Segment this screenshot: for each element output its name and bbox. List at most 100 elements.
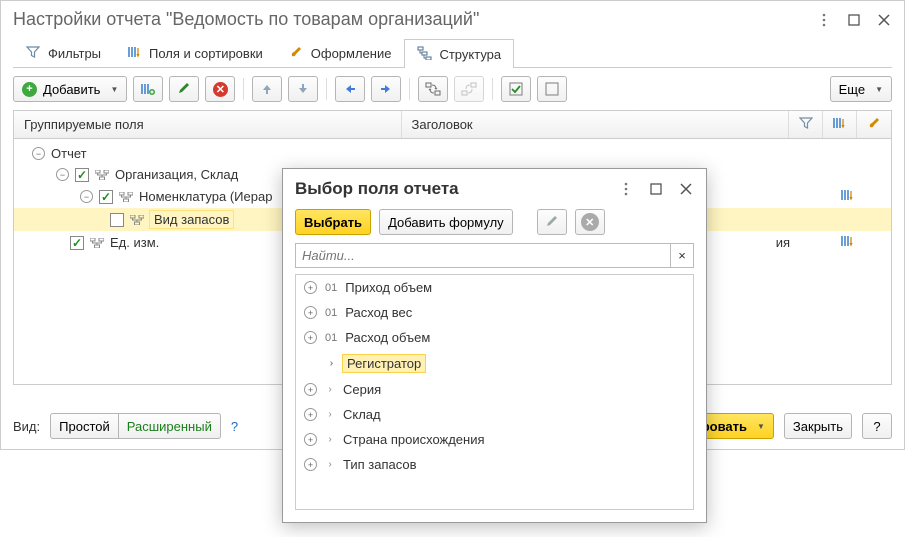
delete-icon: ✕ — [581, 213, 599, 231]
view-mode-toggle: Простой Расширенный — [50, 413, 221, 439]
swap2-button[interactable] — [454, 76, 484, 102]
field-row-origin-country[interactable]: + › Страна происхождения — [296, 427, 693, 452]
check-all-button[interactable] — [501, 76, 531, 102]
hierarchy-icon — [95, 170, 109, 180]
close-button[interactable]: Закрыть — [784, 413, 852, 439]
pencil-icon — [177, 81, 191, 98]
group-button[interactable] — [133, 76, 163, 102]
btn-label: Расширенный — [127, 419, 212, 434]
collapse-icon[interactable]: − — [80, 190, 93, 203]
dialog-toolbar: Выбрать Добавить формулу ✕ — [283, 205, 706, 243]
double-chevron-icon: ›› — [325, 358, 335, 369]
funnel-icon — [26, 45, 42, 61]
field-label: Склад — [343, 407, 381, 422]
move-down-button[interactable] — [288, 76, 318, 102]
delete-button[interactable]: ✕ — [205, 76, 235, 102]
columns-sort-icon[interactable] — [840, 234, 855, 251]
chevron-right-icon: › — [325, 384, 335, 395]
expand-icon[interactable]: + — [304, 433, 317, 446]
delete-icon: ✕ — [213, 82, 228, 97]
maximize-icon[interactable] — [648, 181, 664, 197]
col-appearance[interactable] — [857, 111, 891, 138]
field-row-series[interactable]: + › Серия — [296, 377, 693, 402]
col-grouped-fields[interactable]: Группируемые поля — [14, 111, 402, 138]
separator — [492, 78, 493, 100]
maximize-icon[interactable] — [846, 12, 862, 28]
plus-icon: + — [22, 82, 37, 97]
edit-button[interactable] — [169, 76, 199, 102]
field-row-stock-type[interactable]: + › Тип запасов — [296, 452, 693, 477]
kebab-icon[interactable] — [816, 12, 832, 28]
checkbox[interactable] — [110, 213, 124, 227]
field-row-warehouse[interactable]: + › Склад — [296, 402, 693, 427]
move-up-button[interactable] — [252, 76, 282, 102]
expand-icon[interactable]: + — [304, 306, 317, 319]
field-list[interactable]: + 01 Приход объем + 01 Расход вес + 01 Р… — [295, 274, 694, 510]
checkbox[interactable] — [99, 190, 113, 204]
tab-structure[interactable]: Структура — [404, 39, 514, 68]
dialog-title: Выбор поля отчета — [295, 179, 459, 199]
question-icon: ? — [873, 419, 880, 434]
dialog-titlebar: Выбор поля отчета — [283, 169, 706, 205]
move-left-button[interactable] — [335, 76, 365, 102]
search-bar: × — [283, 243, 706, 274]
col-filter[interactable] — [789, 111, 823, 138]
clear-search-button[interactable]: × — [670, 243, 694, 268]
tab-appearance[interactable]: Оформление — [276, 38, 405, 67]
tab-filters[interactable]: Фильтры — [13, 38, 114, 67]
numeric-badge: 01 — [325, 332, 337, 344]
field-label: Расход вес — [345, 305, 412, 320]
close-icon[interactable] — [678, 181, 694, 197]
add-formula-button[interactable]: Добавить формулу — [379, 209, 513, 235]
separator — [326, 78, 327, 100]
edit-formula-button[interactable] — [537, 209, 567, 235]
expand-icon[interactable]: + — [304, 458, 317, 471]
numeric-badge: 01 — [325, 307, 337, 319]
tab-fields-sort[interactable]: Поля и сортировки — [114, 38, 276, 67]
collapse-icon[interactable]: − — [32, 147, 45, 160]
field-row-expense-volume[interactable]: + 01 Расход объем — [296, 325, 693, 350]
columns-sort-icon[interactable] — [840, 188, 855, 205]
chevron-right-icon: › — [325, 409, 335, 420]
expand-icon[interactable]: + — [304, 331, 317, 344]
checkbox[interactable] — [70, 236, 84, 250]
tree-row-root[interactable]: − Отчет — [14, 143, 891, 164]
tree-label: Ед. изм. — [110, 235, 159, 250]
chevron-down-icon: ▼ — [757, 422, 765, 431]
col-title[interactable]: Заголовок — [402, 111, 790, 138]
delete-formula-button[interactable]: ✕ — [575, 209, 605, 235]
chevron-right-icon: › — [325, 459, 335, 470]
uncheck-all-button[interactable] — [537, 76, 567, 102]
view-simple-button[interactable]: Простой — [50, 413, 119, 439]
col-sort[interactable] — [823, 111, 857, 138]
help-button[interactable]: ? — [862, 413, 892, 439]
partial-text: ия — [776, 235, 790, 250]
chevron-down-icon: ▼ — [110, 85, 118, 94]
field-row-registrar[interactable]: ›› Регистратор — [296, 350, 693, 377]
structure-toolbar: + Добавить ▼ ✕ — [1, 68, 904, 110]
view-advanced-button[interactable]: Расширенный — [119, 413, 221, 439]
separator — [243, 78, 244, 100]
table-header: Группируемые поля Заголовок — [14, 111, 891, 139]
more-button-label: Еще — [839, 82, 865, 97]
checkbox[interactable] — [75, 168, 89, 182]
search-input[interactable] — [295, 243, 670, 268]
swap-button[interactable] — [418, 76, 448, 102]
select-button[interactable]: Выбрать — [295, 209, 371, 235]
funnel-icon — [799, 116, 813, 133]
help-link[interactable]: ? — [231, 419, 238, 434]
window-title: Настройки отчета "Ведомость по товарам о… — [13, 9, 479, 30]
expand-icon[interactable]: + — [304, 281, 317, 294]
add-button[interactable]: + Добавить ▼ — [13, 76, 127, 102]
field-row-income-volume[interactable]: + 01 Приход объем — [296, 275, 693, 300]
field-row-expense-weight[interactable]: + 01 Расход вес — [296, 300, 693, 325]
close-icon[interactable] — [876, 12, 892, 28]
expand-icon[interactable]: + — [304, 408, 317, 421]
more-button[interactable]: Еще ▼ — [830, 76, 892, 102]
collapse-icon[interactable]: − — [56, 168, 69, 181]
field-picker-dialog: Выбор поля отчета Выбрать Добавить форму… — [282, 168, 707, 523]
hierarchy-icon — [119, 192, 133, 202]
expand-icon[interactable]: + — [304, 383, 317, 396]
kebab-icon[interactable] — [618, 181, 634, 197]
move-right-button[interactable] — [371, 76, 401, 102]
